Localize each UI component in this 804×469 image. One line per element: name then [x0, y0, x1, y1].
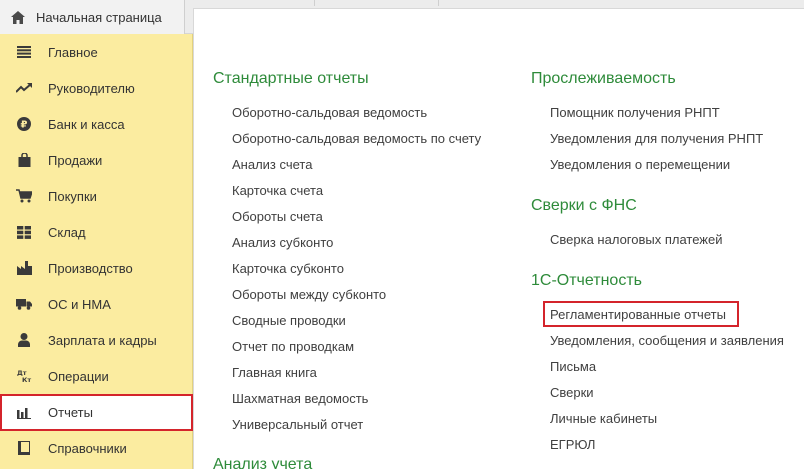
tab-home[interactable]: Начальная страница — [0, 0, 185, 34]
sidebar-item-label: Производство — [48, 260, 133, 276]
sidebar-item-label: Склад — [48, 224, 86, 240]
shopping-bag-icon — [16, 152, 32, 168]
app-window: Начальная страница Главное Руководителю … — [0, 0, 804, 469]
link-rnpt-notifications[interactable]: Уведомления для получения РНПТ — [550, 131, 763, 146]
link-subconto-turnover[interactable]: Обороты между субконто — [232, 287, 386, 302]
sidebar-item-label: Зарплата и кадры — [48, 332, 157, 348]
tab-divider — [438, 0, 439, 6]
warehouse-grid-icon — [16, 224, 32, 240]
link-reconciliations[interactable]: Сверки — [550, 385, 594, 400]
factory-icon — [16, 260, 32, 276]
book-icon — [16, 440, 32, 456]
sidebar-item-directories[interactable]: Справочники — [0, 430, 193, 466]
trend-chart-icon — [16, 80, 32, 96]
sidebar-item-label: Операции — [48, 368, 109, 384]
sidebar-item-fixed-assets[interactable]: ОС и НМА — [0, 286, 193, 322]
link-summary-entries[interactable]: Сводные проводки — [232, 313, 346, 328]
ruble-coin-icon: ₽ — [16, 116, 32, 132]
debit-credit-bottom-text: Кт — [22, 376, 31, 383]
link-regulated-reports[interactable]: Регламентированные отчеты — [550, 307, 726, 322]
link-account-turnover[interactable]: Обороты счета — [232, 209, 323, 224]
link-account-analysis[interactable]: Анализ счета — [232, 157, 312, 172]
sidebar-item-label: Отчеты — [48, 405, 93, 420]
menu-lines-icon — [16, 44, 32, 60]
truck-icon — [16, 296, 32, 312]
sidebar-item-main[interactable]: Главное — [0, 34, 193, 70]
link-general-ledger[interactable]: Главная книга — [232, 365, 317, 380]
section-title-accounting-analysis: Анализ учета — [213, 456, 313, 469]
link-subconto-analysis[interactable]: Анализ субконто — [232, 235, 333, 250]
section-title-traceability: Прослеживаемость — [531, 70, 676, 87]
sidebar-item-label: Руководителю — [48, 80, 135, 96]
sidebar-item-bank[interactable]: ₽ Банк и касса — [0, 106, 193, 142]
link-entries-report[interactable]: Отчет по проводкам — [232, 339, 354, 354]
sidebar-item-label: Покупки — [48, 188, 97, 204]
tab-home-label: Начальная страница — [36, 9, 162, 25]
home-icon — [10, 9, 26, 25]
section-title-fns-reconciliation: Сверки с ФНС — [531, 197, 637, 214]
tab-divider — [314, 0, 315, 6]
sidebar-item-warehouse[interactable]: Склад — [0, 214, 193, 250]
link-tax-payments-reconciliation[interactable]: Сверка налоговых платежей — [550, 232, 723, 247]
sidebar-item-production[interactable]: Производство — [0, 250, 193, 286]
link-osv[interactable]: Оборотно-сальдовая ведомость — [232, 105, 427, 120]
link-notifications-messages[interactable]: Уведомления, сообщения и заявления — [550, 333, 784, 348]
link-osv-account[interactable]: Оборотно-сальдовая ведомость по счету — [232, 131, 481, 146]
link-egrul[interactable]: ЕГРЮЛ — [550, 437, 595, 452]
sidebar-item-sales[interactable]: Продажи — [0, 142, 193, 178]
link-universal-report[interactable]: Универсальный отчет — [232, 417, 363, 432]
link-account-card[interactable]: Карточка счета — [232, 183, 323, 198]
sidebar-item-operations[interactable]: Дт Кт Операции — [0, 358, 193, 394]
link-letters[interactable]: Письма — [550, 359, 596, 374]
sidebar-item-label: Справочники — [48, 440, 127, 456]
section-title-1c-reporting: 1С-Отчетность — [531, 272, 642, 289]
debit-credit-icon: Дт Кт — [16, 368, 32, 384]
link-rnpt-assistant[interactable]: Помощник получения РНПТ — [550, 105, 720, 120]
link-chess-statement[interactable]: Шахматная ведомость — [232, 391, 368, 406]
sidebar-item-salary[interactable]: Зарплата и кадры — [0, 322, 193, 358]
shopping-cart-icon — [16, 188, 32, 204]
link-transfer-notifications[interactable]: Уведомления о перемещении — [550, 157, 730, 172]
link-personal-accounts[interactable]: Личные кабинеты — [550, 411, 657, 426]
link-subconto-card[interactable]: Карточка субконто — [232, 261, 344, 276]
sidebar-item-label: Банк и касса — [48, 116, 125, 132]
bar-chart-icon — [16, 405, 32, 421]
sidebar-item-purchases[interactable]: Покупки — [0, 178, 193, 214]
sidebar-item-label: Главное — [48, 44, 98, 60]
section-title-standard-reports: Стандартные отчеты — [213, 70, 369, 87]
person-icon — [16, 332, 32, 348]
sidebar: Главное Руководителю ₽ Банк и касса Прод… — [0, 34, 193, 469]
sidebar-item-manager[interactable]: Руководителю — [0, 70, 193, 106]
sidebar-item-reports[interactable]: Отчеты — [0, 394, 193, 431]
svg-text:₽: ₽ — [21, 120, 28, 131]
sidebar-item-label: Продажи — [48, 152, 103, 168]
sidebar-item-label: ОС и НМА — [48, 296, 111, 312]
